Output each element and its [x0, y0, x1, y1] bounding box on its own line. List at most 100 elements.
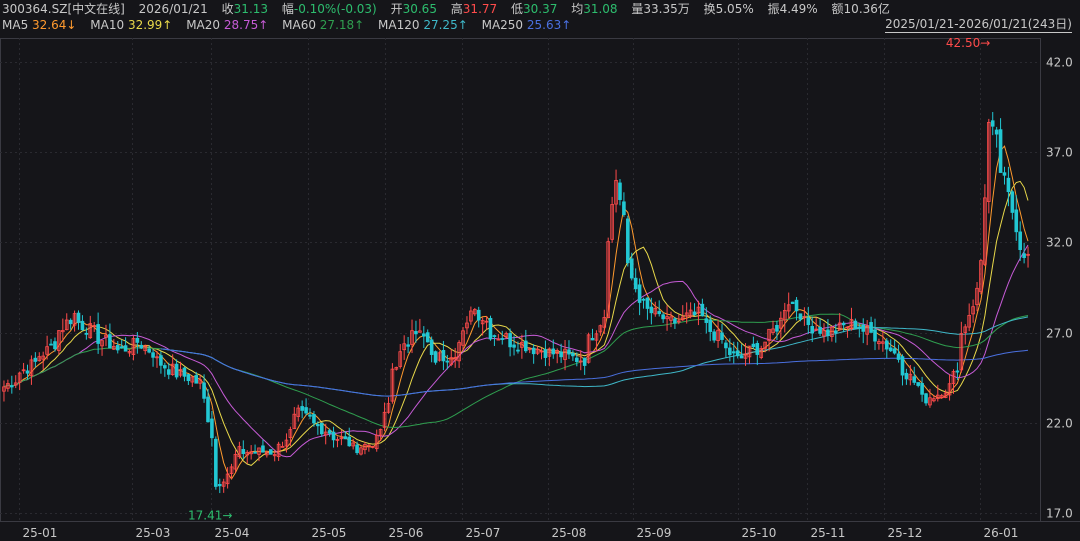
candle-body — [998, 129, 1003, 173]
candle-body — [833, 330, 838, 334]
candle-body — [735, 350, 740, 357]
candle-body — [673, 318, 677, 324]
candle-body — [115, 345, 120, 351]
candle-body — [775, 324, 779, 332]
y-tick-label: 42.0 — [1046, 56, 1073, 70]
candle-body — [1018, 231, 1022, 250]
candle-body — [214, 438, 218, 487]
candle-body — [119, 346, 124, 349]
candle-body — [818, 326, 822, 334]
candle-body — [873, 329, 877, 342]
price-axis: 42.0 37.0 32.0 27.0 22.0 17.0 — [1046, 56, 1073, 521]
candle-body — [319, 422, 324, 435]
candle-body — [508, 333, 512, 348]
candle-body — [492, 335, 497, 337]
candle-body — [123, 345, 128, 352]
y-tick-label: 17.0 — [1046, 507, 1073, 521]
date-axis: 25-01 25-03 25-04 25-05 25-06 25-07 25-08 25-09… — [23, 526, 1019, 540]
candle-body — [657, 311, 662, 315]
candle-body — [49, 343, 53, 346]
candle-body — [210, 418, 214, 439]
candle-body — [500, 338, 505, 340]
candle-body — [626, 218, 630, 264]
candle-body — [724, 342, 728, 349]
candle-body — [516, 349, 520, 352]
candle-body — [147, 348, 151, 353]
candle-body — [618, 182, 622, 200]
candle-body — [108, 334, 112, 349]
candle-body — [790, 301, 795, 305]
candle-body — [559, 351, 563, 358]
candle-body — [425, 332, 430, 343]
candle-body — [920, 382, 924, 395]
candle-body — [280, 445, 285, 448]
y-tick-label: 32.0 — [1046, 236, 1073, 250]
candle-body — [476, 309, 481, 321]
candle-body — [316, 424, 320, 427]
candle-body — [826, 329, 830, 337]
x-tick-label: 25-05 — [312, 526, 347, 540]
candle-body — [202, 382, 206, 399]
candle-body — [861, 324, 866, 332]
ma-line — [3, 244, 1029, 458]
x-tick-label: 25-10 — [742, 526, 777, 540]
candle-body — [304, 407, 308, 414]
candle-body — [857, 326, 862, 329]
candle-body — [582, 357, 587, 366]
candle-body — [900, 356, 905, 376]
candles — [2, 112, 1030, 494]
candle-body — [1022, 253, 1026, 258]
candle-body — [904, 372, 909, 380]
candle-body — [794, 299, 799, 312]
candle-body — [206, 396, 210, 423]
candle-body — [253, 451, 257, 454]
candlestick-chart[interactable]: 42.0 37.0 32.0 27.0 22.0 17.0 25-01 25-03 25-04… — [0, 0, 1080, 541]
candle-body — [68, 319, 73, 325]
candle-body — [512, 344, 516, 348]
y-tick-label: 22.0 — [1046, 417, 1073, 431]
ma-line — [3, 180, 1029, 466]
candle-body — [135, 337, 140, 343]
candle-body — [543, 349, 548, 358]
candle-body — [25, 370, 30, 374]
candle-body — [888, 347, 893, 352]
candle-body — [731, 351, 736, 354]
candle-body — [892, 348, 897, 354]
candle-body — [645, 297, 650, 309]
x-tick-label: 25-01 — [23, 526, 58, 540]
candle-body — [1002, 172, 1007, 176]
candle-body — [633, 277, 638, 290]
candle-body — [712, 331, 716, 341]
x-tick-label: 25-08 — [552, 526, 587, 540]
candle-body — [692, 311, 697, 316]
candle-body — [955, 370, 960, 373]
candle-body — [916, 382, 920, 386]
candle-body — [924, 393, 928, 404]
candle-body — [33, 357, 38, 362]
y-tick-label: 27.0 — [1046, 327, 1073, 341]
candle-body — [751, 343, 756, 348]
y-tick-label: 37.0 — [1046, 146, 1073, 160]
candle-body — [637, 284, 642, 303]
candle-body — [53, 341, 57, 350]
candle-body — [421, 333, 426, 337]
candle-body — [884, 340, 889, 350]
candle-body — [739, 355, 744, 359]
candle-body — [622, 201, 626, 216]
candle-body — [151, 352, 155, 358]
candle-body — [629, 258, 634, 279]
candle-body — [551, 348, 556, 355]
grid-lines — [0, 38, 1080, 522]
candle-body — [755, 343, 760, 355]
candle-body — [261, 445, 265, 453]
candle-body — [896, 353, 901, 360]
candle-body — [590, 337, 595, 341]
candle-body — [700, 303, 705, 317]
candle-body — [406, 344, 410, 347]
candle-body — [139, 344, 144, 349]
x-tick-label: 25-07 — [466, 526, 501, 540]
candle-body — [641, 298, 646, 301]
candle-body — [994, 129, 999, 135]
candle-body — [531, 347, 536, 355]
candle-body — [445, 360, 450, 363]
